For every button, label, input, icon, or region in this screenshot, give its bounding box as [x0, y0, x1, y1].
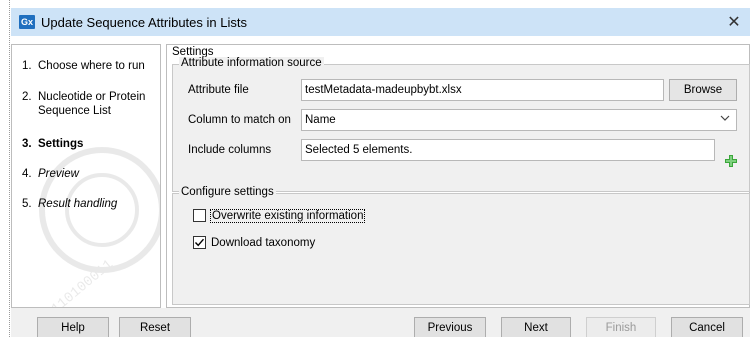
column-match-dropdown[interactable]: Name [301, 109, 737, 131]
close-icon[interactable]: ✕ [724, 12, 744, 32]
step-result-handling: 5. Result handling [22, 198, 118, 210]
window-title: Update Sequence Attributes in Lists [41, 14, 247, 30]
download-taxonomy-checkbox[interactable] [193, 236, 206, 249]
next-button[interactable]: Next [501, 317, 571, 337]
overwrite-option[interactable]: Overwrite existing information [193, 208, 366, 223]
attribute-file-label: Attribute file [188, 84, 249, 96]
finish-button[interactable]: Finish [586, 317, 656, 337]
include-columns-value: Selected 5 elements. [305, 144, 413, 156]
browse-button[interactable]: Browse [669, 79, 737, 101]
plus-icon[interactable] [725, 155, 737, 167]
attribute-file-field[interactable]: testMetadata-madeupbybt.xlsx [301, 79, 664, 101]
overwrite-label: Overwrite existing information [209, 208, 366, 223]
include-columns-label: Include columns [188, 144, 272, 156]
configure-settings-title: Configure settings [179, 186, 276, 198]
left-edge [0, 0, 10, 337]
help-button[interactable]: Help [37, 317, 109, 337]
attribute-source-title: Attribute information source [179, 57, 324, 69]
download-taxonomy-label: Download taxonomy [211, 236, 316, 249]
column-match-value: Name [305, 114, 336, 126]
download-taxonomy-option[interactable]: Download taxonomy [193, 236, 315, 249]
dialog-body: 0110100011 1. Choose where to run 2. Nucle… [11, 36, 750, 308]
title-bar: Gx Update Sequence Attributes in Lists ✕ [11, 8, 750, 36]
include-columns-field[interactable]: Selected 5 elements. [301, 139, 715, 161]
app-icon: Gx [19, 15, 35, 29]
overwrite-checkbox[interactable] [193, 209, 206, 222]
attribute-file-value: testMetadata-madeupbybt.xlsx [305, 84, 462, 96]
reset-button[interactable]: Reset [119, 317, 191, 337]
column-match-label: Column to match on [188, 114, 291, 126]
attribute-source-group: Attribute information source Attribute f… [172, 57, 750, 192]
dialog-window: Gx Update Sequence Attributes in Lists ✕… [0, 0, 750, 337]
wizard-steps-panel: 0110100011 1. Choose where to run 2. Nucle… [11, 44, 161, 308]
cancel-button[interactable]: Cancel [671, 317, 743, 337]
settings-panel: Settings Attribute information source At… [166, 44, 750, 308]
button-bar: Help Reset Previous Next Finish Cancel [11, 308, 750, 337]
checkmark-icon [194, 238, 205, 247]
chevron-down-icon [720, 114, 730, 125]
step-settings: 3. Settings [22, 138, 84, 150]
step-choose-where-to-run: 1. Choose where to run [22, 60, 145, 72]
step-preview: 4. Preview [22, 168, 79, 180]
configure-settings-group: Configure settings Overwrite existing in… [172, 186, 750, 305]
previous-button[interactable]: Previous [414, 317, 486, 337]
step-sequence-list: 2. Nucleotide or Protein Sequence List [22, 91, 146, 117]
